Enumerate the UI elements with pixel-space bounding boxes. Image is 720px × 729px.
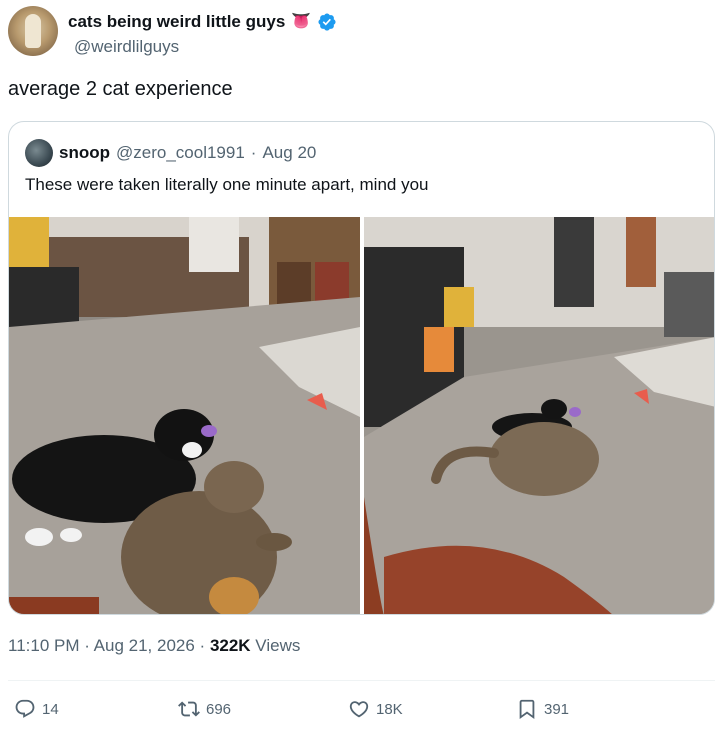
like-count: 18K (376, 700, 403, 718)
repost-button[interactable]: 696 (178, 698, 231, 720)
quoted-tweet-header: snoop @zero_cool1991 · Aug 20 (25, 139, 316, 167)
photo-cats-lying[interactable] (9, 217, 360, 614)
quoted-tweet-text: These were taken literally one minute ap… (25, 175, 429, 194)
reply-button[interactable]: 14 (14, 698, 59, 720)
divider (8, 680, 715, 681)
reply-count: 14 (42, 700, 59, 718)
tweet-text: average 2 cat experience (8, 78, 233, 100)
quoted-author-name: snoop (59, 143, 110, 162)
like-button[interactable]: 18K (348, 698, 403, 720)
author-handle[interactable]: @weirdlilguys (74, 37, 179, 57)
author-avatar[interactable] (8, 6, 58, 56)
tongue-emoji: 👅 (291, 13, 312, 30)
heart-icon (349, 701, 369, 718)
verified-badge-icon (318, 13, 336, 31)
tweet-meta: 11:10 PM · Aug 21, 2026 · 322K Views (8, 636, 300, 656)
views-label: Views (250, 636, 301, 655)
photo-cats-wrestling[interactable] (364, 217, 714, 614)
tweet-header: cats being weird little guys 👅 @weirdlil… (8, 6, 708, 58)
bookmark-icon (519, 699, 535, 720)
author-name-row: cats being weird little guys 👅 (68, 12, 337, 32)
quoted-date: Aug 20 (262, 143, 317, 162)
quoted-author-handle: @zero_cool1991 (116, 143, 245, 162)
bookmark-count: 391 (544, 700, 570, 718)
action-bar: 14 696 18K 391 (8, 698, 715, 724)
quoted-separator: · (250, 143, 257, 162)
reply-icon (15, 699, 35, 718)
repost-count: 696 (206, 700, 232, 718)
photo-grid (9, 217, 714, 614)
tweet-timestamp[interactable]: 11:10 PM · Aug 21, 2026 · (8, 636, 210, 655)
bookmark-button[interactable]: 391 (516, 698, 569, 720)
quoted-tweet[interactable]: snoop @zero_cool1991 · Aug 20 These were… (8, 121, 715, 615)
repost-icon (178, 701, 200, 717)
author-display-name[interactable]: cats being weird little guys (68, 12, 285, 32)
views-count: 322K (209, 636, 251, 655)
quoted-author-avatar (25, 139, 53, 167)
